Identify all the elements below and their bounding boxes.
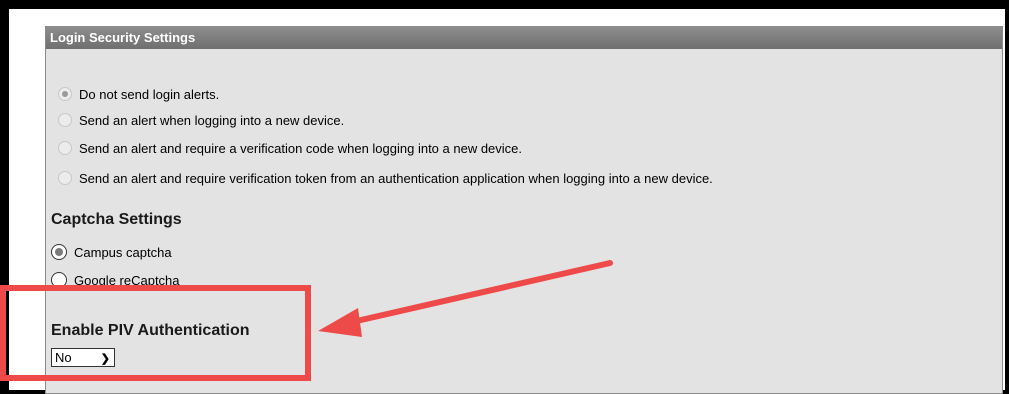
annotation-arrow-icon (318, 260, 613, 337)
